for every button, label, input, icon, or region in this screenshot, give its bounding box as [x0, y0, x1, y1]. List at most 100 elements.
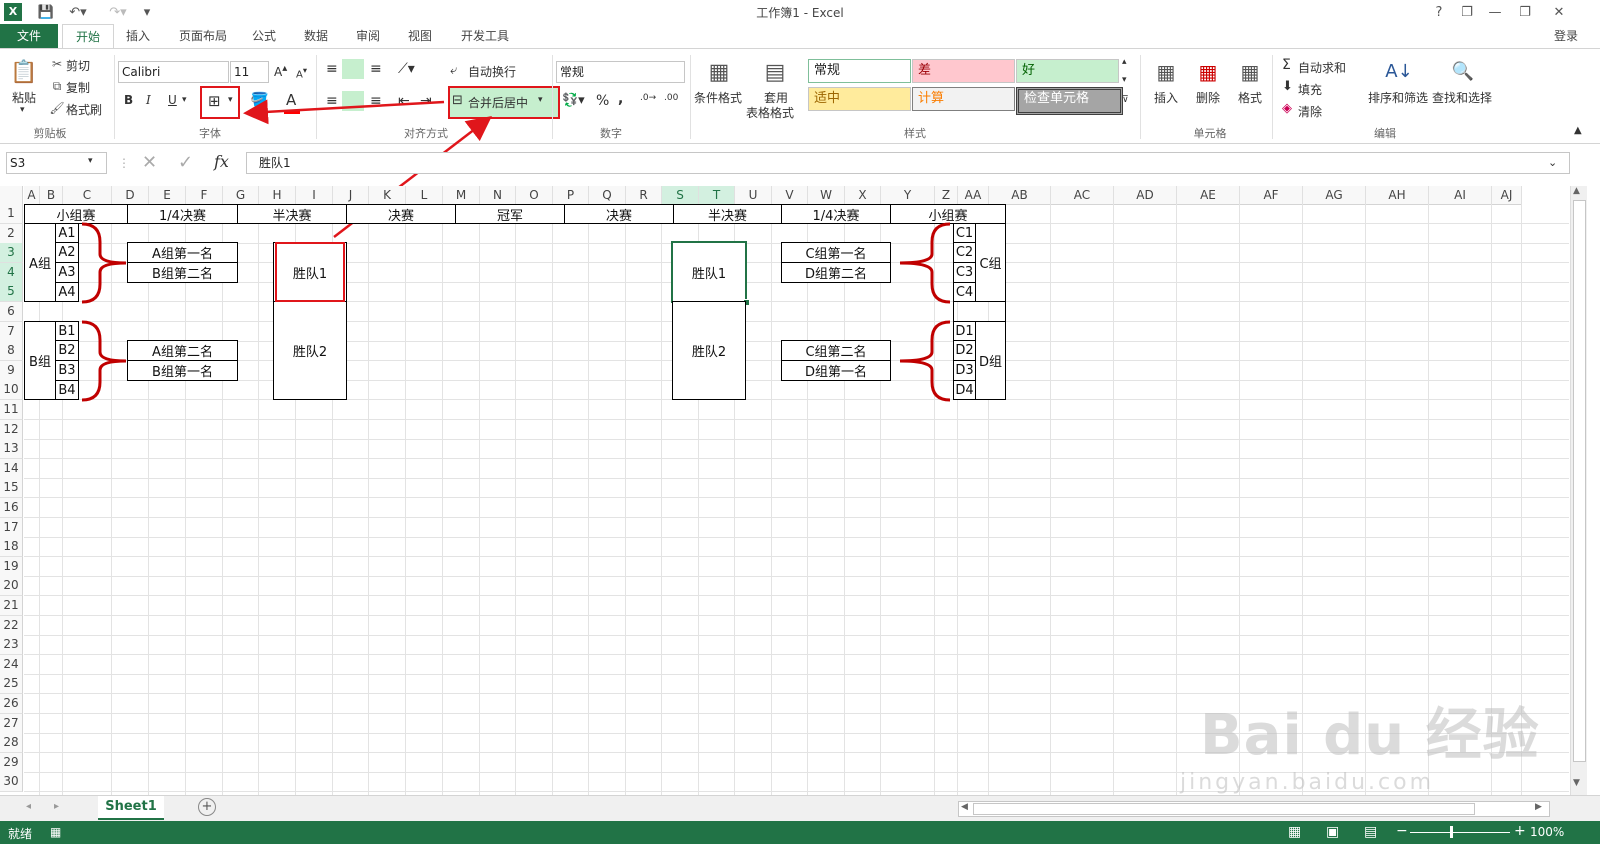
- row-header-22[interactable]: 22: [0, 616, 23, 636]
- prev-sheet-icon[interactable]: ◂: [26, 801, 31, 812]
- insert-function-button[interactable]: fx: [214, 152, 229, 171]
- header-champion[interactable]: 冠军: [455, 204, 565, 224]
- horizontal-scroll-thumb[interactable]: [973, 803, 1475, 815]
- team-b3[interactable]: B3: [55, 360, 79, 381]
- team-d2[interactable]: D2: [953, 340, 976, 361]
- column-header-AF[interactable]: AF: [1240, 186, 1303, 205]
- qf-right-c1[interactable]: C组第一名: [781, 242, 891, 263]
- team-d1[interactable]: D1: [953, 321, 976, 341]
- column-header-H[interactable]: H: [259, 186, 296, 205]
- column-header-AA[interactable]: AA: [958, 186, 989, 205]
- column-header-AD[interactable]: AD: [1114, 186, 1177, 205]
- column-header-L[interactable]: L: [406, 186, 443, 205]
- header-semifinal-left[interactable]: 半决赛: [237, 204, 347, 224]
- header-quarterfinal-left[interactable]: 1/4决赛: [127, 204, 238, 224]
- page-layout-view-icon[interactable]: ▣: [1326, 824, 1339, 840]
- horizontal-scrollbar[interactable]: ◀ ▶: [958, 801, 1550, 817]
- row-header-20[interactable]: 20: [0, 576, 23, 596]
- semi-right-winner-2[interactable]: 胜队2: [672, 301, 746, 400]
- qf-right-d1[interactable]: D组第一名: [781, 360, 891, 381]
- column-header-W[interactable]: W: [808, 186, 845, 205]
- group-a-label[interactable]: A组: [24, 223, 56, 302]
- column-header-I[interactable]: I: [296, 186, 333, 205]
- row-header-11[interactable]: 11: [0, 400, 23, 420]
- team-b2[interactable]: B2: [55, 340, 79, 361]
- column-header-V[interactable]: V: [772, 186, 808, 205]
- row-header-29[interactable]: 29: [0, 753, 23, 773]
- row-header-4[interactable]: 4: [0, 263, 23, 283]
- column-header-AH[interactable]: AH: [1366, 186, 1429, 205]
- row-header-30[interactable]: 30: [0, 772, 23, 792]
- scroll-down-arrow-icon[interactable]: ▼: [1573, 778, 1580, 788]
- qf-left-b1[interactable]: B组第一名: [127, 360, 238, 381]
- column-header-M[interactable]: M: [443, 186, 480, 205]
- team-d3[interactable]: D3: [953, 360, 976, 381]
- qf-right-c2[interactable]: C组第二名: [781, 340, 891, 361]
- scroll-left-arrow-icon[interactable]: ◀: [961, 802, 968, 812]
- column-header-F[interactable]: F: [186, 186, 223, 205]
- row-header-7[interactable]: 7: [0, 322, 23, 342]
- column-header-R[interactable]: R: [626, 186, 662, 205]
- row-header-2[interactable]: 2: [0, 224, 23, 244]
- page-break-view-icon[interactable]: ▤: [1364, 824, 1377, 840]
- row-header-8[interactable]: 8: [0, 341, 23, 361]
- team-a4[interactable]: A4: [55, 282, 79, 302]
- header-quarterfinal-right[interactable]: 1/4决赛: [781, 204, 891, 224]
- team-b4[interactable]: B4: [55, 380, 79, 400]
- header-final-right[interactable]: 决赛: [564, 204, 674, 224]
- qf-left-b2[interactable]: B组第二名: [127, 262, 238, 283]
- column-header-N[interactable]: N: [480, 186, 516, 205]
- row-header-27[interactable]: 27: [0, 714, 23, 734]
- sheet-tab-sheet1[interactable]: Sheet1: [98, 796, 164, 820]
- team-c2[interactable]: C2: [953, 242, 976, 263]
- row-header-26[interactable]: 26: [0, 694, 23, 714]
- next-sheet-icon[interactable]: ▸: [54, 801, 59, 812]
- column-header-AB[interactable]: AB: [989, 186, 1051, 205]
- team-c1[interactable]: C1: [953, 223, 976, 243]
- column-header-AE[interactable]: AE: [1177, 186, 1240, 205]
- selected-cell-s3[interactable]: [671, 241, 747, 303]
- cancel-formula-icon[interactable]: ✕: [142, 152, 157, 173]
- confirm-formula-icon[interactable]: ✓: [178, 152, 193, 173]
- team-a2[interactable]: A2: [55, 242, 79, 263]
- column-header-Q[interactable]: Q: [589, 186, 626, 205]
- team-d4[interactable]: D4: [953, 380, 976, 400]
- row-header-24[interactable]: 24: [0, 655, 23, 675]
- row-header-28[interactable]: 28: [0, 733, 23, 753]
- column-header-B[interactable]: B: [40, 186, 63, 205]
- qf-right-d2[interactable]: D组第二名: [781, 262, 891, 283]
- expand-formula-bar-icon[interactable]: ⌄: [1548, 156, 1557, 169]
- header-group-stage-left[interactable]: 小组赛: [24, 204, 128, 224]
- team-c4[interactable]: C4: [953, 282, 976, 302]
- row-header-5[interactable]: 5: [0, 282, 23, 302]
- column-header-Y[interactable]: Y: [881, 186, 935, 205]
- row-header-1[interactable]: 1: [0, 204, 23, 224]
- row-header-23[interactable]: 23: [0, 635, 23, 655]
- add-sheet-button[interactable]: +: [198, 798, 216, 816]
- macro-record-icon[interactable]: ▦: [50, 825, 61, 839]
- qf-left-a2[interactable]: A组第二名: [127, 340, 238, 361]
- column-header-AG[interactable]: AG: [1303, 186, 1366, 205]
- row-header-10[interactable]: 10: [0, 380, 23, 400]
- zoom-in-button[interactable]: +: [1514, 823, 1526, 839]
- row-header-12[interactable]: 12: [0, 420, 23, 440]
- column-header-E[interactable]: E: [149, 186, 186, 205]
- name-box-dropdown-icon[interactable]: ▾: [88, 156, 93, 166]
- vertical-scroll-thumb[interactable]: [1573, 200, 1586, 762]
- header-semifinal-right[interactable]: 半决赛: [673, 204, 782, 224]
- row-header-3[interactable]: 3: [0, 243, 23, 263]
- formula-input[interactable]: 胜队1: [246, 152, 1570, 174]
- row-header-14[interactable]: 14: [0, 459, 23, 479]
- column-header-AI[interactable]: AI: [1429, 186, 1492, 205]
- column-header-C[interactable]: C: [63, 186, 112, 205]
- column-header-AJ[interactable]: AJ: [1492, 186, 1522, 205]
- column-header-Z[interactable]: Z: [935, 186, 958, 205]
- normal-view-icon[interactable]: ▦: [1288, 824, 1301, 840]
- row-header-21[interactable]: 21: [0, 596, 23, 616]
- column-header-P[interactable]: P: [553, 186, 589, 205]
- row-header-16[interactable]: 16: [0, 498, 23, 518]
- team-c3[interactable]: C3: [953, 262, 976, 283]
- zoom-level[interactable]: 100%: [1530, 825, 1564, 839]
- zoom-slider-thumb[interactable]: [1450, 826, 1453, 838]
- qf-left-a1[interactable]: A组第一名: [127, 242, 238, 263]
